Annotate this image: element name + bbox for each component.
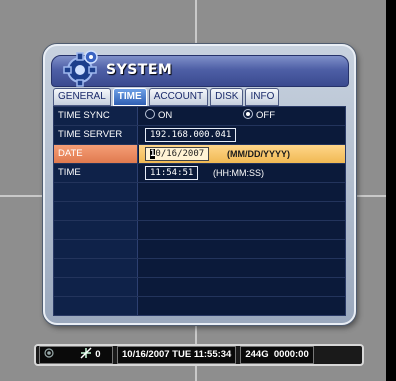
settings-table: TIME SYNC ON OFF TIME SERVER 192.168.000… bbox=[53, 106, 346, 316]
status-disk: 244G 0000:00 bbox=[240, 346, 314, 364]
disk-capacity: 244G bbox=[245, 349, 269, 360]
radio-on-icon bbox=[243, 109, 253, 119]
empty-label bbox=[54, 221, 138, 239]
empty-row bbox=[54, 297, 345, 315]
status-count: 0 bbox=[95, 349, 101, 360]
status-bar: 0 10/16/2007 TUE 11:55:34 244G 0000:00 bbox=[34, 344, 364, 366]
tab-time[interactable]: TIME bbox=[112, 88, 147, 106]
empty-row bbox=[54, 183, 345, 202]
row-time-sync: TIME SYNC ON OFF bbox=[54, 107, 345, 126]
empty-label bbox=[54, 297, 138, 315]
time-sync-off-radio[interactable]: OFF bbox=[243, 107, 275, 125]
empty-label bbox=[54, 202, 138, 220]
empty-label bbox=[54, 278, 138, 296]
date-value: 0/16/2007 bbox=[155, 149, 205, 159]
empty-label bbox=[54, 259, 138, 277]
time-sync-label: TIME SYNC bbox=[54, 107, 138, 125]
empty-label bbox=[54, 183, 138, 201]
time-value-cell: 11:54:51 (HH:MM:SS) bbox=[139, 164, 345, 182]
tab-bar: GENERAL TIME ACCOUNT DISK INFO bbox=[53, 88, 280, 106]
window-title: SYSTEM bbox=[106, 62, 173, 78]
time-server-value-cell: 192.168.000.041 bbox=[139, 126, 345, 144]
tab-account[interactable]: ACCOUNT bbox=[148, 88, 209, 106]
record-dot-icon bbox=[44, 348, 54, 358]
tab-general[interactable]: GENERAL bbox=[53, 88, 111, 106]
status-indicators: 0 bbox=[39, 346, 113, 364]
empty-row bbox=[54, 202, 345, 221]
time-sync-options: ON OFF bbox=[139, 107, 345, 125]
time-label: TIME bbox=[54, 164, 138, 182]
time-sync-off-label: OFF bbox=[256, 110, 275, 121]
empty-row bbox=[54, 259, 345, 278]
gear-icon bbox=[63, 50, 98, 87]
empty-row bbox=[54, 240, 345, 259]
status-clock: 0000:00 bbox=[273, 349, 309, 360]
screen-edge bbox=[386, 0, 396, 381]
row-time-server: TIME SERVER 192.168.000.041 bbox=[54, 126, 345, 145]
title-bar: SYSTEM bbox=[51, 50, 349, 87]
network-off-icon bbox=[80, 347, 92, 359]
tab-info[interactable]: INFO bbox=[245, 88, 280, 106]
status-datetime: 10/16/2007 TUE 11:55:34 bbox=[117, 346, 237, 364]
tab-disk[interactable]: DISK bbox=[210, 88, 244, 106]
row-date: DATE 10/16/2007 (MM/DD/YYYY) bbox=[54, 145, 345, 164]
system-dialog: SYSTEM GENERAL TIME ACCOUNT DISK INFO TI… bbox=[43, 44, 356, 325]
empty-row bbox=[54, 221, 345, 240]
date-value-cell: 10/16/2007 (MM/DD/YYYY) bbox=[139, 145, 345, 163]
date-format-hint: (MM/DD/YYYY) bbox=[227, 149, 290, 159]
time-format-hint: (HH:MM:SS) bbox=[213, 168, 264, 178]
time-server-input[interactable]: 192.168.000.041 bbox=[145, 128, 237, 142]
time-sync-on-label: ON bbox=[158, 110, 173, 121]
time-sync-on-radio[interactable]: ON bbox=[145, 107, 172, 125]
radio-off-icon bbox=[145, 109, 155, 119]
time-input[interactable]: 11:54:51 bbox=[145, 166, 199, 180]
time-server-label: TIME SERVER bbox=[54, 126, 138, 144]
empty-row bbox=[54, 278, 345, 297]
empty-label bbox=[54, 240, 138, 258]
date-input[interactable]: 10/16/2007 bbox=[145, 147, 210, 161]
row-time: TIME 11:54:51 (HH:MM:SS) bbox=[54, 164, 345, 183]
date-label: DATE bbox=[54, 145, 138, 163]
